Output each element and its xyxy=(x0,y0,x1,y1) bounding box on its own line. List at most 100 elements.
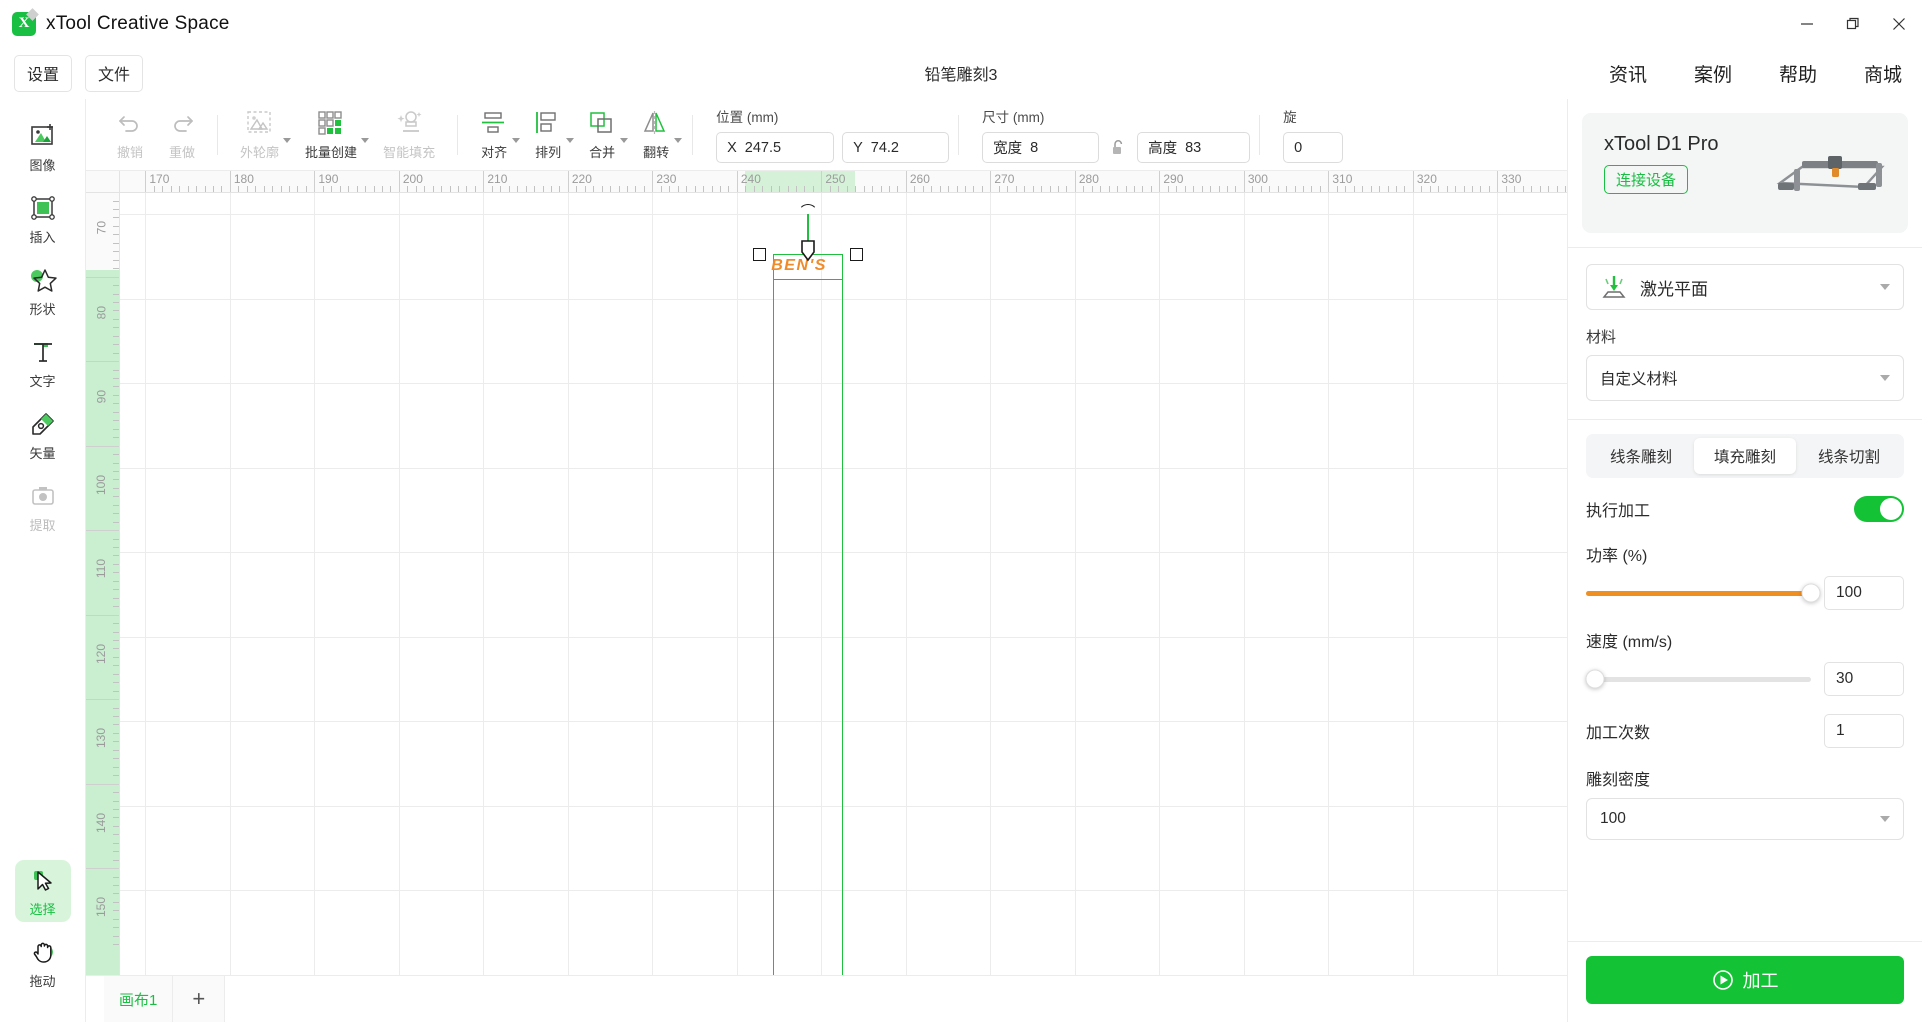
add-canvas-button[interactable]: + xyxy=(173,976,226,1022)
close-button[interactable] xyxy=(1876,0,1922,47)
resize-handle[interactable] xyxy=(753,247,767,261)
rotate-input[interactable]: 0 xyxy=(1283,132,1344,163)
vertical-ruler[interactable]: 70 80 90 100 110 120 130 140 150 xyxy=(86,171,120,975)
passes-value-input[interactable]: 1 xyxy=(1824,714,1904,748)
app-window: X xTool Creative Space 设置 文件 铅笔雕刻3 资讯 案例… xyxy=(0,0,1922,1022)
ruler-minor-tick xyxy=(897,186,899,192)
nav-cases[interactable]: 案例 xyxy=(1694,60,1732,87)
position-x-input[interactable]: X 247.5 xyxy=(716,132,835,163)
horizontal-ruler[interactable]: 170 180 190 200 210 220 230 240 250 260 270 280 290 3… xyxy=(120,171,1567,193)
grid-line-vertical xyxy=(229,193,231,975)
speed-slider-knob[interactable] xyxy=(1585,669,1605,689)
height-input[interactable]: 高度 83 xyxy=(1137,132,1251,163)
undo-button[interactable]: 撤销 xyxy=(104,105,156,165)
title-bar: X xTool Creative Space xyxy=(0,0,1922,47)
canvas-area[interactable]: 170 180 190 200 210 220 230 240 250 260 270 280 290 3… xyxy=(86,171,1567,975)
tab-line-engrave[interactable]: 线条雕刻 xyxy=(1590,438,1692,474)
density-select[interactable]: 100 xyxy=(1586,798,1904,840)
grid-line-vertical xyxy=(905,193,907,975)
sidebar-item-vector[interactable]: 矢量 xyxy=(15,404,71,466)
nav-store[interactable]: 商城 xyxy=(1864,60,1902,87)
redo-button[interactable]: 重做 xyxy=(156,105,208,165)
ruler-minor-tick-v xyxy=(113,589,119,591)
ruler-minor-tick-v xyxy=(113,335,119,337)
tab-fill-engrave[interactable]: 填充雕刻 xyxy=(1694,438,1796,474)
power-slider-knob[interactable] xyxy=(1801,583,1821,603)
process-toggle-label: 执行加工 xyxy=(1586,503,1651,520)
canvas-grid[interactable]: BEN'SBEN'SBEN'SBEN'SBEN'S xyxy=(120,193,1567,975)
merge-button[interactable]: 合并 xyxy=(575,105,629,165)
height-prefix: 高度 xyxy=(1148,141,1178,157)
process-toggle-switch[interactable] xyxy=(1854,496,1904,522)
sidebar-item-shape[interactable]: 形状 xyxy=(15,260,71,322)
unlock-icon[interactable] xyxy=(1107,135,1129,161)
ruler-minor-tick xyxy=(542,186,544,192)
ruler-minor-tick xyxy=(1472,186,1473,192)
merge-caret-icon[interactable] xyxy=(620,137,629,143)
width-input[interactable]: 宽度 8 xyxy=(982,132,1100,163)
top-middle-handle[interactable] xyxy=(799,239,817,265)
grid-line-vertical xyxy=(1159,193,1161,975)
ruler-minor-tick xyxy=(753,186,755,192)
sidebar-item-image[interactable]: 图像 xyxy=(15,116,71,178)
rotate-group-label: 旋 xyxy=(1283,110,1297,125)
batch-create-button[interactable]: 批量创建 xyxy=(292,105,370,165)
laser-mode-select[interactable]: 激光平面 xyxy=(1586,264,1904,310)
connect-device-button[interactable]: 连接设备 xyxy=(1604,165,1689,194)
density-chevron-down-icon[interactable] xyxy=(1880,816,1890,822)
ruler-minor-tick-v xyxy=(113,513,119,515)
settings-button[interactable]: 设置 xyxy=(14,54,73,92)
ruler-minor-tick xyxy=(491,186,493,192)
ruler-tick xyxy=(990,171,992,192)
resize-handle[interactable] xyxy=(850,247,864,261)
outline-caret-icon[interactable] xyxy=(283,137,292,143)
smart-fill-button[interactable]: 智能填充 xyxy=(370,105,448,165)
chevron-down-icon[interactable] xyxy=(1880,284,1890,290)
ruler-minor-tick xyxy=(1117,186,1119,192)
sidebar-item-select[interactable]: 选择 xyxy=(14,860,71,922)
rotate-group: 旋 0 xyxy=(1283,105,1344,165)
speed-value-input[interactable]: 30 xyxy=(1824,662,1904,696)
ruler-minor-tick-v xyxy=(113,716,119,718)
selection-group[interactable]: BEN'SBEN'SBEN'SBEN'SBEN'S xyxy=(753,203,864,975)
arrange-button[interactable]: 排列 xyxy=(521,105,575,165)
sidebar-item-text-label: 文字 xyxy=(29,374,56,389)
nav-news[interactable]: 资讯 xyxy=(1609,60,1647,87)
ruler-tick xyxy=(1243,171,1245,192)
batch-create-caret-icon[interactable] xyxy=(361,137,370,143)
sidebar-item-pan[interactable]: 拖动 xyxy=(15,932,71,994)
ruler-tick xyxy=(736,171,738,192)
align-button[interactable]: 对齐 xyxy=(467,105,521,165)
material-chevron-down-icon[interactable] xyxy=(1880,375,1890,381)
sidebar-item-text[interactable]: 文字 xyxy=(15,332,71,394)
ruler-minor-tick xyxy=(1505,186,1507,192)
ruler-label: 220 xyxy=(571,172,592,186)
ruler-minor-tick xyxy=(1362,186,1364,192)
nav-help[interactable]: 帮助 xyxy=(1779,60,1817,87)
ruler-tick xyxy=(1074,171,1076,192)
laser-mode-value: 激光平面 xyxy=(1640,279,1708,299)
material-select[interactable]: 自定义材料 xyxy=(1586,355,1904,401)
speed-slider[interactable] xyxy=(1585,669,1811,689)
outline-button[interactable]: 外轮廓 xyxy=(227,105,292,165)
position-y-input[interactable]: Y 74.2 xyxy=(842,132,950,163)
tab-line-cut[interactable]: 线条切割 xyxy=(1798,438,1900,474)
arrange-caret-icon[interactable] xyxy=(566,137,575,143)
power-value-input[interactable]: 100 xyxy=(1824,576,1904,610)
file-button[interactable]: 文件 xyxy=(85,54,144,92)
ruler-minor-tick xyxy=(1522,186,1524,192)
power-slider[interactable] xyxy=(1586,583,1821,603)
maximize-restore-button[interactable] xyxy=(1830,0,1876,47)
ruler-minor-tick xyxy=(1201,186,1203,192)
canvas-tab-1[interactable]: 画布1 xyxy=(104,976,174,1022)
sidebar-item-insert[interactable]: 插入 xyxy=(15,188,71,250)
sidebar-item-extract[interactable]: 提取 xyxy=(15,476,71,538)
minimize-button[interactable] xyxy=(1784,0,1830,47)
flip-caret-icon[interactable] xyxy=(674,137,683,143)
rotate-handle-icon[interactable] xyxy=(798,203,819,224)
ruler-minor-tick xyxy=(956,186,958,192)
align-caret-icon[interactable] xyxy=(512,137,521,143)
process-button[interactable]: 加工 xyxy=(1586,956,1904,1004)
toolbar: 撤销 重做 外轮廓 批量创建 智能填充 对齐 排列 合并 翻转 位置 (mm) … xyxy=(86,99,1567,171)
flip-button[interactable]: 翻转 xyxy=(629,105,683,165)
